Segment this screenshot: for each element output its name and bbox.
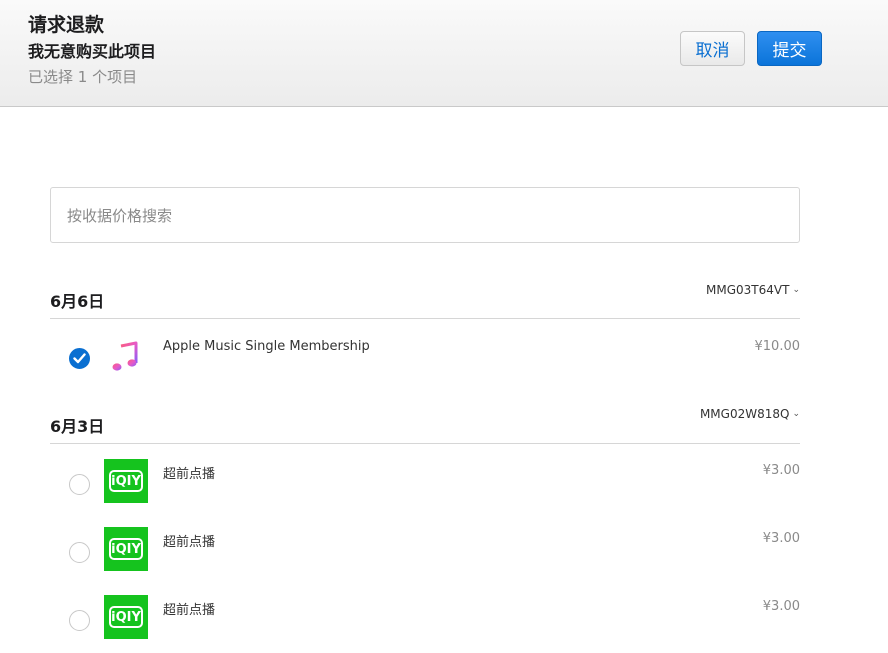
iqiyi-icon: iQIY [104,527,148,571]
iqiyi-logo-text: iQIY [109,606,143,628]
item-checkbox[interactable] [69,542,90,563]
order-id-dropdown[interactable]: MMG03T64VT ⌄ [706,283,800,297]
item-price: ¥3.00 [762,599,800,614]
iqiyi-logo-text: iQIY [109,538,143,560]
item-name: 超前点播 [163,535,216,550]
search-input[interactable]: 按收据价格搜索 [50,187,800,243]
order-id-dropdown[interactable]: MMG02W818Q ⌄ [700,407,800,421]
order-id-label: MMG02W818Q [699,407,790,421]
item-price: ¥3.00 [762,463,800,478]
order-id-label: MMG03T64VT [706,283,790,297]
page-title: 请求退款 [28,14,105,36]
item-name: 超前点播 [163,467,216,482]
item-checkbox[interactable] [69,474,90,495]
cancel-button[interactable]: 取消 [680,31,745,66]
divider [50,318,800,319]
item-name: Apple Music Single Membership [163,339,370,354]
group-date: 6月3日 [50,417,105,436]
chevron-down-icon: ⌄ [792,409,800,419]
iqiyi-icon: iQIY [104,595,148,639]
iqiyi-icon: iQIY [104,459,148,503]
group-date: 6月6日 [50,292,105,311]
refund-reason: 我无意购买此项目 [28,42,157,61]
checkmark-icon [73,353,86,364]
item-checkbox[interactable] [69,348,90,369]
submit-button[interactable]: 提交 [757,31,822,66]
chevron-down-icon: ⌄ [792,285,800,295]
iqiyi-logo-text: iQIY [109,470,143,492]
item-price: ¥3.00 [762,531,800,546]
divider [50,443,800,444]
selected-count: 已选择 1 个项目 [28,68,138,86]
item-name: 超前点播 [163,603,216,618]
header-bar: 请求退款 我无意购买此项目 已选择 1 个项目 取消 提交 [0,0,888,107]
item-checkbox[interactable] [69,610,90,631]
music-note-icon [104,334,148,378]
item-price: ¥10.00 [754,339,801,354]
